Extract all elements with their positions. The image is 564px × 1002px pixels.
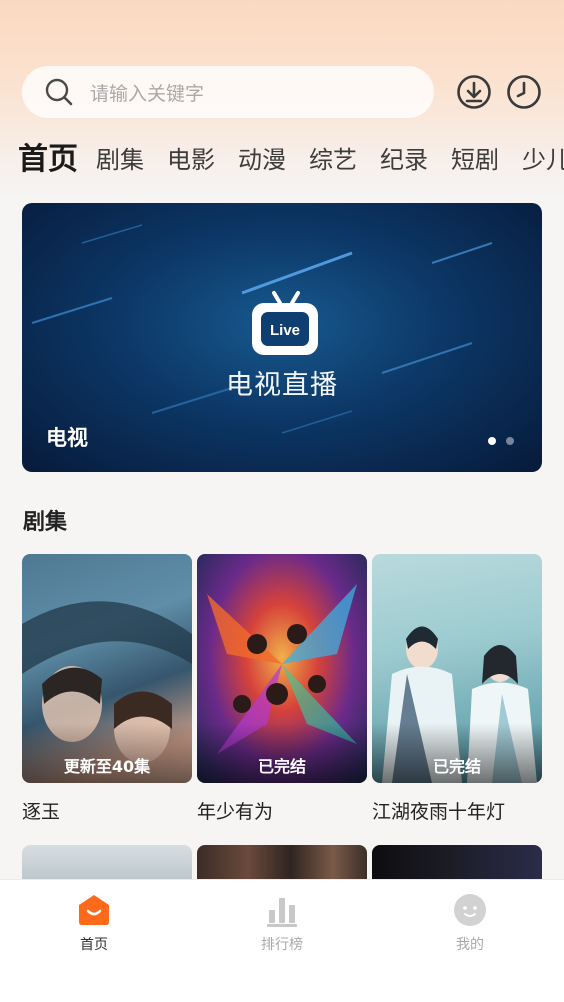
banner-caption: 电视 [46,426,88,450]
nav-profile[interactable]: 我的 [410,892,530,954]
search-row: 请输入关键字 [22,66,542,120]
bottom-navigation: 首页 排行榜 我的 [0,879,564,1002]
tab-variety[interactable]: 综艺 [309,138,357,182]
tab-movie[interactable]: 电影 [167,138,215,182]
episode-badge: 已完结 [372,723,542,783]
carousel-indicator [488,437,514,445]
tab-short-drama[interactable]: 短剧 [451,138,499,182]
profile-icon [454,894,486,926]
nav-label: 我的 [456,937,484,953]
nav-ranking[interactable]: 排行榜 [222,892,342,954]
banner-background-art: Live [31,224,493,434]
tab-anime[interactable]: 动漫 [238,138,286,182]
tab-kids[interactable]: 少儿 [522,138,564,182]
tv-live-label: Live [270,322,300,339]
poster-image: 已完结 [372,554,542,783]
ranking-icon [267,898,297,927]
tab-home[interactable]: 首页 [18,138,78,182]
nav-label: 首页 [80,937,108,953]
banner-center-title: 电视直播 [226,370,338,401]
nav-home[interactable]: 首页 [34,892,154,954]
tab-series[interactable]: 剧集 [96,138,144,182]
carousel-dot [488,437,496,445]
banner-carousel[interactable]: Live 电视直播 电视 [22,203,542,472]
nav-label: 排行榜 [261,937,303,953]
series-card[interactable]: 更新至40集 逐玉 [22,554,192,824]
poster-image: 已完结 [197,554,367,783]
series-title: 年少有为 [197,801,274,823]
series-title: 逐玉 [22,801,61,823]
section-title: 剧集 [23,510,68,535]
episode-badge: 更新至40集 [22,723,192,783]
tab-documentary[interactable]: 纪录 [380,138,428,182]
search-input[interactable]: 请输入关键字 [22,66,434,118]
series-card[interactable]: 已完结 年少有为 [197,554,367,824]
episode-badge: 已完结 [197,723,367,783]
home-icon [79,895,109,925]
carousel-dot [506,437,514,445]
history-clock-icon [507,75,541,109]
poster-image: 更新至40集 [22,554,192,783]
search-placeholder: 请输入关键字 [90,82,205,105]
category-tabs: 首页 剧集 电影 动漫 综艺 纪录 短剧 少儿 [18,138,564,188]
download-button[interactable] [456,74,492,110]
search-icon [45,78,73,106]
download-icon [457,75,491,109]
series-title: 江湖夜雨十年灯 [372,801,506,823]
series-card[interactable]: 已完结 江湖夜雨十年灯 [372,554,542,824]
history-button[interactable] [506,74,542,110]
